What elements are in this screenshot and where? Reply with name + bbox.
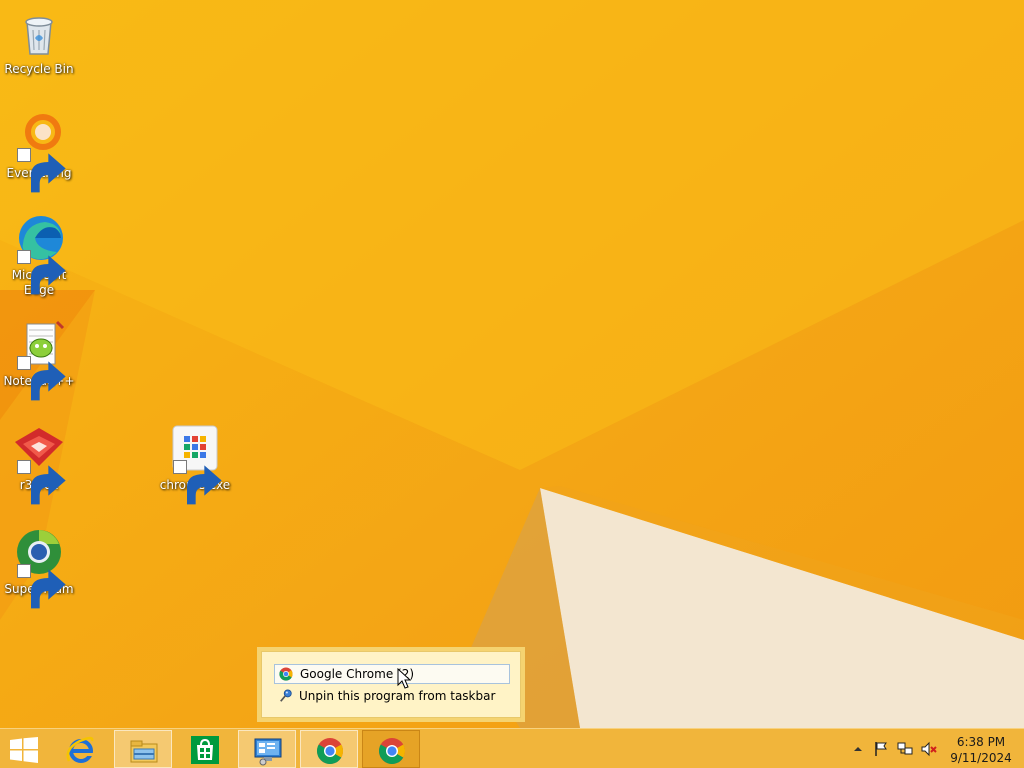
desktop-icon-recycle-bin[interactable]: Recycle Bin [1,8,77,77]
jumplist-item-google-chrome[interactable]: Google Chrome (2) [274,664,510,684]
taskbar-internet-explorer[interactable] [52,730,110,768]
edge-icon [13,214,66,295]
recycle-bin-icon [13,8,65,60]
clock[interactable]: 6:38 PM 9/11/2024 [946,734,1016,766]
file-explorer-icon [130,740,158,763]
desktop-icon-r3dfox[interactable]: r3dfox [1,424,77,505]
chevron-up-icon [854,747,862,751]
taskbar: 6:38 PM 9/11/2024 [0,728,1024,768]
mouse-cursor-icon [397,668,411,689]
jumplist-item-unpin[interactable]: Unpin this program from taskbar [274,686,510,706]
shortcut-arrow-icon [173,460,222,505]
control-panel-icon [254,738,282,766]
start-button[interactable] [0,730,48,768]
shortcut-arrow-icon [17,564,66,609]
store-icon [191,736,219,764]
show-hidden-icons-button[interactable] [850,741,866,757]
desktop-icon-everything[interactable]: Everything [1,112,77,193]
action-center-button[interactable] [873,741,889,757]
shortcut-arrow-icon [17,460,66,505]
taskbar-control-panel[interactable] [238,730,296,768]
chrome-exe-icon [169,424,222,505]
clock-date: 9/11/2024 [950,751,1012,765]
desktop-icon-chrome-exe[interactable]: chrome.exe [157,424,233,505]
r3dfox-icon [13,424,66,505]
supermium-icon [13,528,66,609]
notepad-plus-plus-icon [13,320,66,401]
everything-icon [13,112,66,193]
jumplist-item-label: Unpin this program from taskbar [299,689,496,703]
clock-time: 6:38 PM [956,735,1006,749]
network-icon [897,742,913,755]
flag-icon [875,742,887,756]
internet-explorer-icon [66,736,94,763]
volume-muted-icon [921,741,937,757]
volume-button[interactable] [921,741,937,757]
chrome-icon [279,667,293,681]
taskbar-file-explorer[interactable] [114,730,172,768]
shortcut-arrow-icon [17,148,66,193]
shortcut-arrow-icon [17,356,66,401]
chrome-icon [316,738,344,765]
chrome-icon [378,738,406,765]
desktop-icon-notepad-plus-plus[interactable]: Notepad++ [1,320,77,401]
network-button[interactable] [897,741,913,757]
unpin-icon [280,689,292,702]
shortcut-arrow-icon [17,250,66,295]
desktop-icon-supermium[interactable]: Supermium [1,528,77,609]
desktop-icon-microsoft-edge[interactable]: Microsoft Edge [1,214,77,298]
desktop-icon-label: Recycle Bin [4,62,74,76]
taskbar-chrome-pinned[interactable] [300,730,358,768]
start-icon [10,737,38,763]
chrome-jump-list: Google Chrome (2) Unpin this program fro… [261,651,521,718]
taskbar-chrome-running[interactable] [362,730,420,768]
taskbar-store[interactable] [176,730,234,768]
